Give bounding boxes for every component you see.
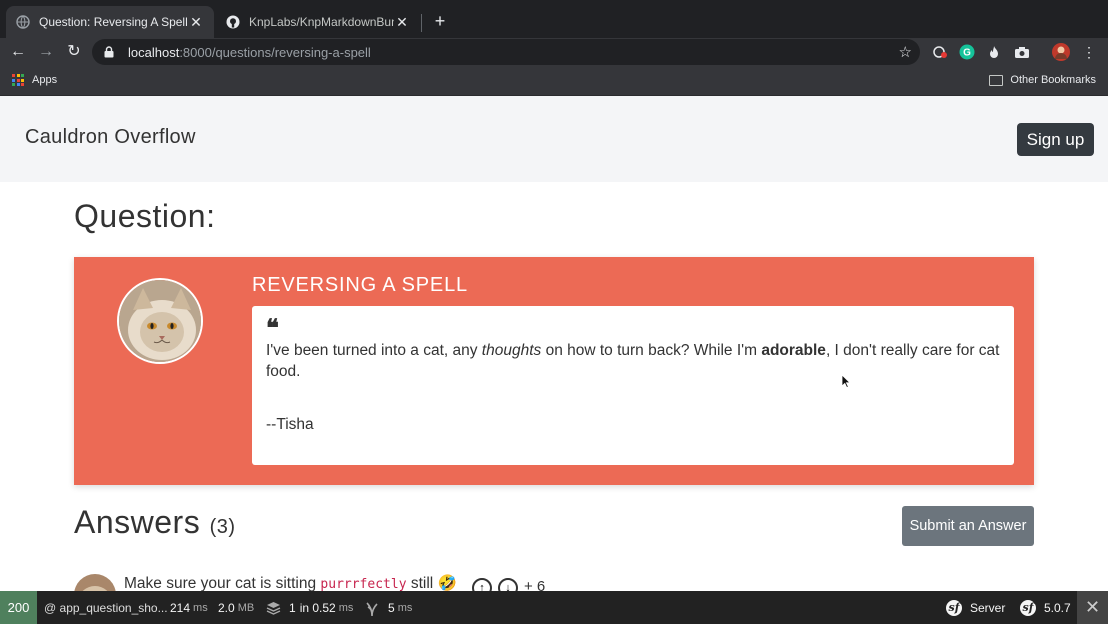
reload-icon[interactable]: ↻: [64, 42, 84, 62]
tab-separator: [421, 14, 422, 32]
question-text: I've been turned into a cat, any thought…: [266, 340, 1000, 382]
question-card: REVERSING A SPELL ❝ I've been turned int…: [74, 257, 1034, 485]
vote-total: + 6: [524, 578, 546, 592]
vote-down-icon[interactable]: ↓: [498, 578, 518, 592]
new-tab-button[interactable]: +: [430, 10, 450, 32]
globe-icon: [16, 15, 30, 29]
memory-value: 2.0: [218, 600, 235, 615]
profiler-time[interactable]: 214 ms: [170, 591, 208, 624]
extension-icon[interactable]: [931, 43, 949, 61]
tab-title: KnpLabs/KnpMarkdownBundle:: [249, 15, 394, 29]
tab-title: Question: Reversing A Spell: [39, 15, 188, 29]
symfony-logo-icon: sf: [946, 599, 962, 616]
github-icon: [226, 15, 240, 29]
profiler-twig[interactable]: 5 ms: [366, 591, 412, 624]
question-author: --Tisha: [266, 416, 314, 433]
time-unit: ms: [193, 601, 208, 614]
question-text-part: I've been turned into a cat, any: [266, 342, 482, 359]
other-bookmarks-label: Other Bookmarks: [1010, 74, 1096, 86]
server-label: Server: [970, 600, 1006, 615]
time-value: 214: [170, 600, 191, 615]
close-tab-icon[interactable]: ✕: [394, 14, 410, 31]
profile-avatar-icon[interactable]: [1052, 43, 1070, 61]
site-brand[interactable]: Cauldron Overflow: [25, 126, 196, 149]
profiler-memory[interactable]: 2.0 MB: [218, 591, 254, 624]
bookmark-star-icon[interactable]: ☆: [899, 43, 912, 61]
answers-count: (3): [209, 516, 236, 538]
apps-bookmark[interactable]: Apps: [12, 74, 57, 86]
apps-label: Apps: [32, 74, 58, 86]
svg-text:G: G: [963, 48, 971, 59]
answer-text-part: Make sure your cat is sitting: [124, 575, 321, 592]
close-profiler-icon[interactable]: ✕: [1077, 591, 1108, 624]
answer-code: purrrfectly: [320, 577, 407, 592]
symfony-profiler-toolbar: 200 @ app_question_sho... 214 ms 2.0 MB 1i…: [0, 591, 1108, 624]
answer-text: Make sure your cat is sitting purrrfectl…: [124, 574, 457, 592]
answer-text-part: still 🤣: [406, 575, 457, 592]
flame-extension-icon[interactable]: [985, 43, 1003, 61]
tab-knpmarkdown[interactable]: KnpLabs/KnpMarkdownBundle: ✕: [216, 6, 420, 38]
answerer-avatar: [74, 574, 116, 592]
address-bar[interactable]: localhost:8000/questions/reversing-a-spe…: [92, 39, 920, 65]
db-query-count: 1: [289, 600, 296, 615]
camera-icon[interactable]: [1013, 43, 1031, 61]
close-tab-icon[interactable]: ✕: [188, 14, 204, 31]
forward-arrow-icon[interactable]: →: [36, 42, 56, 62]
grammarly-icon[interactable]: G: [958, 43, 976, 61]
asker-avatar: [117, 278, 203, 364]
twig-time-value: 5: [388, 600, 395, 615]
db-time-unit: ms: [338, 601, 354, 614]
status-code-badge[interactable]: 200: [0, 591, 37, 624]
answer-item: Make sure your cat is sitting purrrfectl…: [74, 572, 674, 592]
question-text-strong: adorable: [761, 342, 826, 359]
browser-menu-icon[interactable]: ⋮: [1080, 43, 1098, 61]
profiler-database[interactable]: 1 in 0.52 ms: [266, 591, 353, 624]
site-header: Cauldron Overflow: [0, 96, 1108, 182]
sign-up-button[interactable]: Sign up: [1017, 123, 1094, 156]
profiler-server[interactable]: sf Server: [946, 591, 1005, 624]
page-title: Question:: [74, 198, 216, 234]
question-text-part: on how to turn back? While I'm: [541, 342, 762, 359]
symfony-version: 5.0.7: [1044, 600, 1071, 615]
other-bookmarks[interactable]: Other Bookmarks: [989, 74, 1096, 86]
url-path: :8000/questions/reversing-a-spell: [179, 44, 371, 60]
profiler-route[interactable]: @ app_question_sho...: [44, 591, 168, 624]
url-host: localhost: [128, 44, 180, 60]
question-text-emphasis: thoughts: [481, 342, 542, 359]
question-title: REVERSING A SPELL: [252, 274, 468, 296]
db-time-value: in 0.52: [299, 600, 336, 615]
database-layers-icon: [266, 601, 281, 615]
symfony-logo-icon: sf: [1020, 599, 1036, 616]
mouse-cursor-icon: [841, 374, 851, 393]
quote-icon: ❝: [266, 313, 279, 342]
answers-title: Answers: [74, 504, 201, 540]
twig-time-unit: ms: [397, 601, 413, 614]
twig-icon: [366, 600, 378, 616]
apps-grid-icon: [12, 74, 24, 86]
bookmarks-bar: Apps Other Bookmarks: [0, 66, 1108, 96]
profiler-version[interactable]: sf 5.0.7: [1020, 591, 1071, 624]
tab-question[interactable]: Question: Reversing A Spell ✕: [6, 6, 214, 38]
lock-icon: [104, 45, 118, 59]
folder-icon: [989, 74, 1004, 86]
browser-toolbar: ← → ↻ localhost:8000/questions/reversing…: [0, 38, 1108, 66]
submit-answer-button[interactable]: Submit an Answer: [902, 506, 1034, 546]
question-body: ❝ I've been turned into a cat, any thoug…: [252, 306, 1014, 465]
browser-tab-bar: Question: Reversing A Spell ✕ KnpLabs/Kn…: [0, 0, 1108, 38]
answers-heading: Answers (3): [74, 504, 236, 541]
memory-unit: MB: [237, 601, 255, 614]
back-arrow-icon[interactable]: ←: [8, 42, 28, 62]
vote-up-icon[interactable]: ↑: [472, 578, 492, 592]
